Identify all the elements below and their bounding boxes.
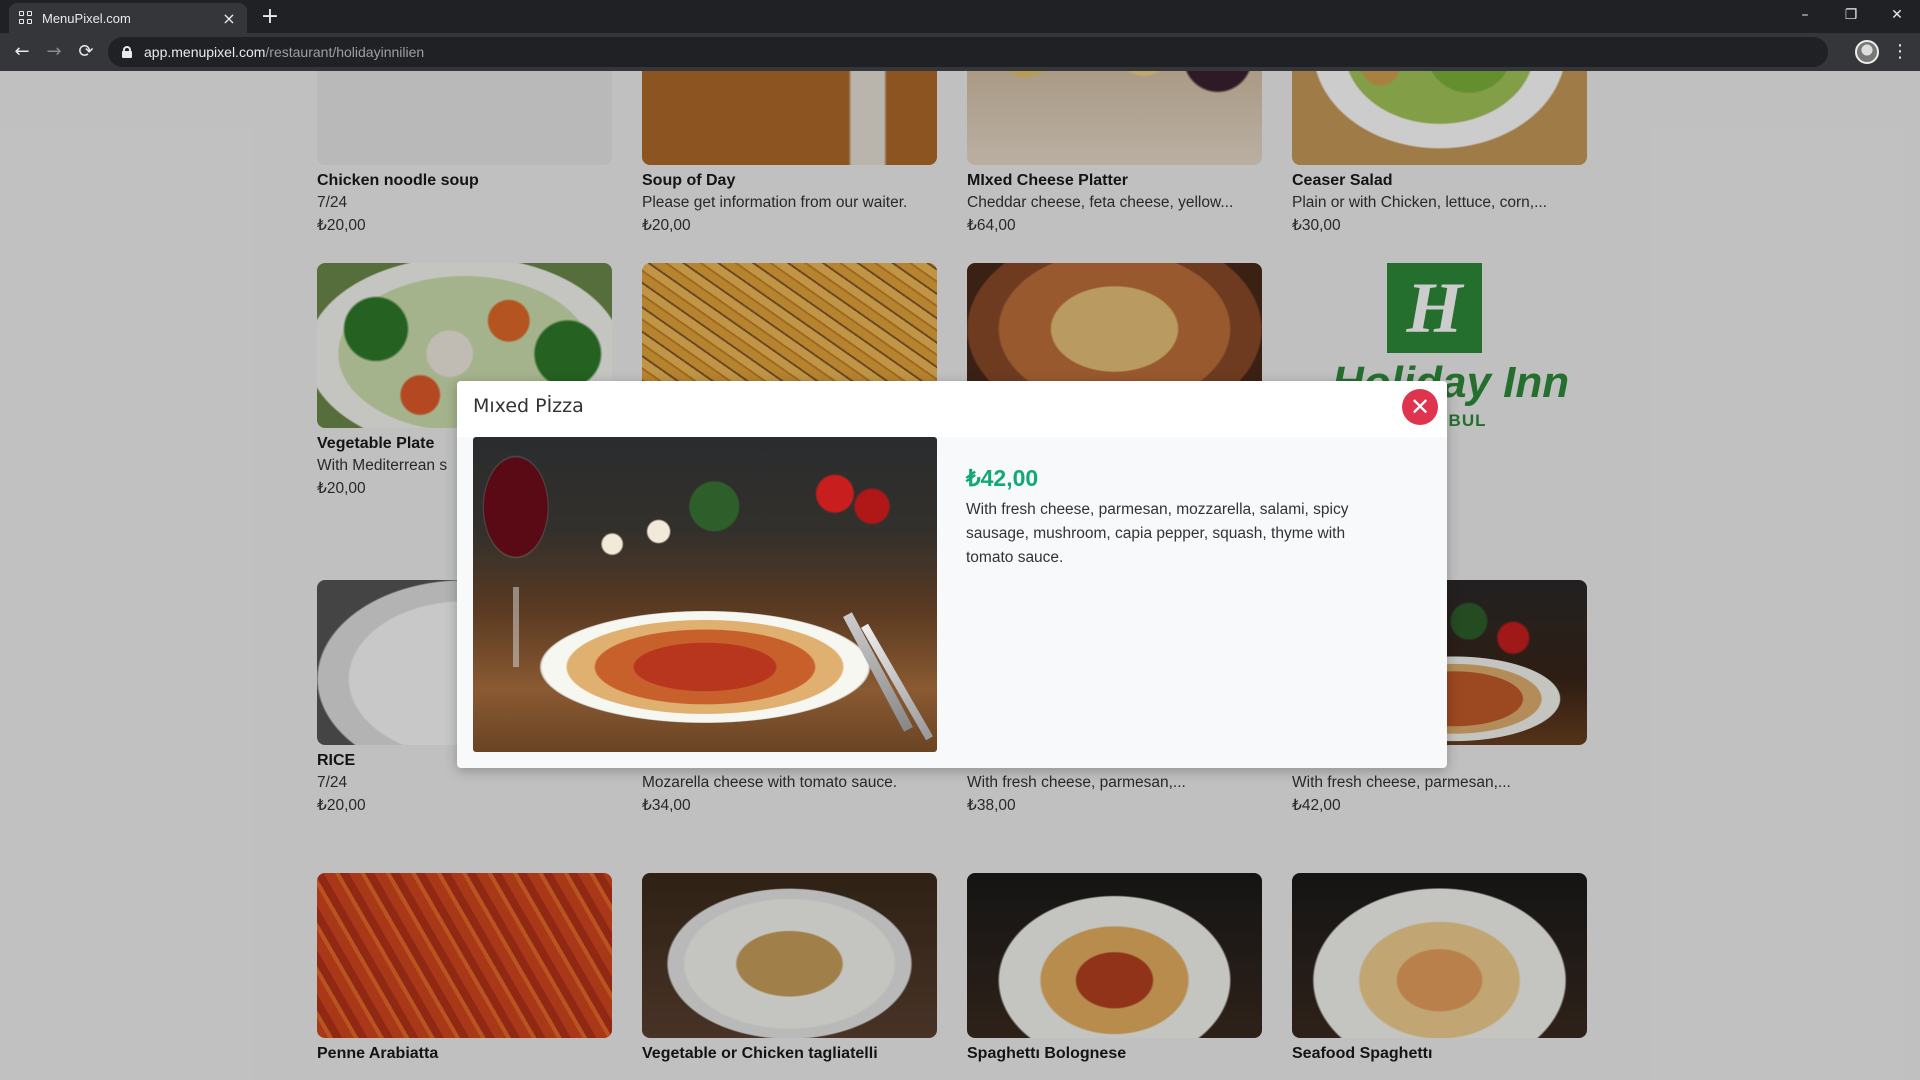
wine-glass-stem-art <box>513 587 519 667</box>
menupixel-favicon-icon <box>19 11 33 25</box>
url-domain: app.menupixel.com <box>144 44 266 60</box>
minimize-window-button[interactable]: – <box>1782 0 1828 30</box>
browser-toolbar: ← → ⟳ app.menupixel.com/restaurant/holid… <box>0 33 1920 71</box>
modal-header: Mıxed Pİzza ✕ <box>457 381 1447 437</box>
browser-tab[interactable]: MenuPixel.com × <box>9 3 247 33</box>
back-arrow-icon[interactable]: ← <box>8 38 36 66</box>
url-text: app.menupixel.com/restaurant/holidayinni… <box>144 44 424 60</box>
lock-icon <box>122 46 132 58</box>
fork-art <box>843 612 913 732</box>
address-bar[interactable]: app.menupixel.com/restaurant/holidayinni… <box>108 37 1828 67</box>
knife-art <box>861 623 933 741</box>
tab-title: MenuPixel.com <box>42 10 131 26</box>
restore-window-button[interactable]: ❐ <box>1828 0 1874 30</box>
browser-menu-icon[interactable]: ⋮ <box>1890 38 1910 66</box>
modal-item-description: With fresh cheese, parmesan, mozzarella,… <box>966 501 1349 566</box>
tab-close-icon[interactable]: × <box>221 9 237 28</box>
modal-item-image <box>473 437 937 752</box>
reload-icon[interactable]: ⟳ <box>72 38 100 66</box>
new-tab-button[interactable]: + <box>256 4 284 32</box>
profile-avatar[interactable] <box>1855 40 1879 64</box>
close-window-button[interactable]: ✕ <box>1874 0 1920 30</box>
wine-glass-art <box>473 447 568 647</box>
modal-title: Mıxed Pİzza <box>473 395 584 417</box>
browser-tab-strip: MenuPixel.com × + – ❐ ✕ <box>0 0 1920 33</box>
modal-close-button[interactable]: ✕ <box>1402 389 1438 425</box>
modal-item-price: ₺42,00 <box>966 465 1039 491</box>
url-path: /restaurant/holidayinnilien <box>265 44 425 60</box>
forward-arrow-icon[interactable]: → <box>40 38 68 66</box>
item-detail-modal: Mıxed Pİzza ✕ ₺42,00 With fresh cheese, … <box>457 381 1447 768</box>
